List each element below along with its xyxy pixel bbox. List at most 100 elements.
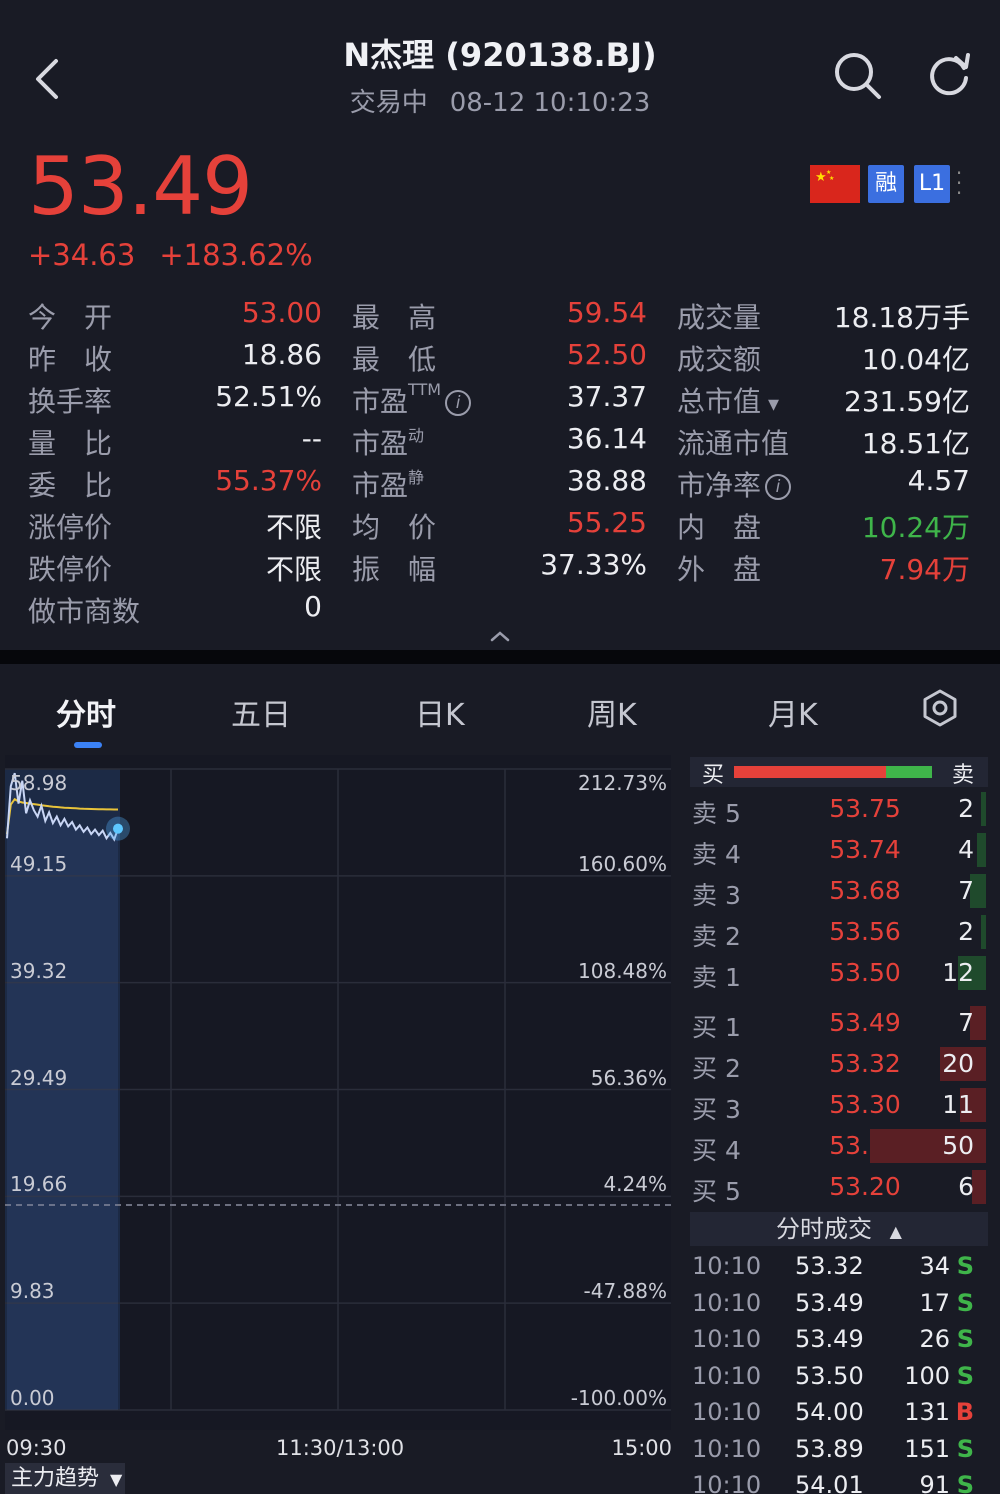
asks-level-row[interactable]: 卖 1 53.50 12 [690,954,988,992]
stat-label: 振 幅 [352,553,437,586]
timestamp: 08-12 10:10:23 [449,88,651,118]
bids-level-row[interactable]: 买 3 53.30 11 [690,1086,988,1124]
stat-value: 不限 [265,511,322,544]
tab-intraday[interactable]: 分时 [56,690,116,734]
stat-label: 成交额 [677,343,762,376]
ticks-header[interactable]: 分时成交 ▲ [690,1212,988,1246]
info-icon[interactable]: i [765,474,792,500]
stat-value: 36.14 [566,422,647,455]
tab-daily-k[interactable]: 日K [415,690,465,734]
level-qty: 7 [958,1008,974,1037]
tick-row: 10:10 53.32 34 S [690,1252,988,1288]
level-qty: 11 [942,1090,974,1119]
stat-value: 52.50 [566,338,647,371]
stat-value: 59.54 [566,296,647,329]
stat-label: 最 高 [352,301,437,334]
tick-time: 10:10 [692,1471,762,1494]
tick-side: S [956,1434,974,1463]
stat-value: 38.88 [566,464,647,497]
tick-price: 53.50 [795,1361,864,1390]
status-text: 交易中 [349,88,428,118]
settings-icon[interactable] [920,688,960,728]
stat-label: 今 开 [28,301,113,334]
stat-label: 成交量 [677,301,762,334]
info-icon[interactable]: i [445,390,472,416]
stat-value: 7.94万 [879,553,970,586]
stat-label: 流通市值 [677,427,790,460]
refresh-icon[interactable] [924,50,974,100]
stat-label: 昨 收 [28,343,113,376]
y-tick-percent: 212.73% [578,771,667,795]
volume-bar [972,1170,986,1204]
y-tick-price: 49.15 [10,851,68,876]
main-trend-button[interactable]: 主力趋势 ▼ [5,1463,125,1494]
volume-bar [981,792,986,826]
stat-value: 18.51亿 [861,427,970,460]
y-tick-percent: 108.48% [578,958,667,983]
tick-time: 10:10 [692,1252,762,1280]
level-label: 买 1 [692,1013,741,1042]
asks-level-row[interactable]: 卖 5 53.75 2 [690,790,988,828]
dropdown-icon: ▼ [110,1470,123,1489]
price-change: +34.63 +183.62% [28,238,313,272]
asks-level-row[interactable]: 卖 4 53.74 4 [690,831,988,869]
orderbook-ratio-bar: 买 卖 [690,757,988,788]
quote-header: N杰理 (920138.BJ) 交易中 08-12 10:10:23 53.49 … [0,0,1000,650]
level-badge[interactable]: L1 [914,165,950,203]
volume-bar [976,833,986,867]
level-price: 53.68 [829,876,901,905]
level-label: 卖 3 [692,881,741,910]
stat-label: 跌停价 [28,553,113,586]
level-qty: 4 [958,835,974,864]
stat-label: 最 低 [352,343,437,376]
stat-value: 4.57 [907,464,970,497]
asks-level-row[interactable]: 卖 2 53.56 2 [690,913,988,951]
level-label: 买 3 [692,1095,741,1124]
tick-volume: 34 [919,1252,950,1280]
y-tick-price: 29.49 [10,1065,68,1090]
tab-monthly-k[interactable]: 月K [768,690,818,734]
bids-level-row[interactable]: 买 5 53.20 6 [690,1168,988,1206]
change-amount: +34.63 [28,238,136,272]
stat-label: 市盈TTMi [352,380,472,420]
tab-indicator [74,742,102,748]
intraday-chart[interactable] [5,755,671,1430]
tick-price: 54.01 [795,1471,864,1494]
stat-value: 10.24万 [861,511,970,544]
y-tick-percent: 56.36% [590,1065,667,1090]
level-qty: 2 [958,917,974,946]
bids-level-row[interactable]: 买 4 53.25 50 [690,1127,988,1165]
stat-value: 10.04亿 [861,343,970,376]
tick-side: S [956,1252,974,1280]
tick-row: 10:10 54.00 131 B [690,1398,988,1434]
cn-flag-icon: ★ ★ ★ [810,165,860,203]
level-qty: 20 [942,1049,974,1078]
bids-level-row[interactable]: 买 2 53.32 20 [690,1045,988,1083]
tick-row: 10:10 54.01 91 S [690,1471,988,1494]
stat-label: 委 比 [28,469,113,502]
tick-volume: 26 [919,1325,950,1353]
tick-volume: 17 [919,1288,950,1317]
more-icon[interactable]: · · · [955,163,963,203]
level-price: 53.30 [829,1090,901,1119]
tick-volume: 151 [904,1434,950,1463]
change-percent: +183.62% [159,238,313,272]
margin-badge[interactable]: 融 [868,165,904,203]
level-qty: 7 [958,876,974,905]
collapse-icon[interactable] [488,628,512,644]
stat-value: 37.37 [566,380,647,413]
tab-weekly-k[interactable]: 周K [587,690,637,734]
tab-five-day[interactable]: 五日 [231,690,291,734]
level-price: 53.50 [829,958,901,987]
y-tick-price: 19.66 [10,1172,68,1197]
tick-volume: 100 [904,1361,950,1390]
level-price: 53.75 [829,794,901,823]
level-label: 卖 5 [692,799,741,828]
search-icon[interactable] [832,50,884,102]
asks-level-row[interactable]: 卖 3 53.68 7 [690,872,988,910]
bids-level-row[interactable]: 买 1 53.49 7 [690,1004,988,1042]
dropdown-icon[interactable]: ▾ [761,392,779,417]
y-tick-percent: 4.24% [603,1172,667,1197]
last-point [113,823,123,834]
stat-label: 市盈动 [352,426,425,460]
